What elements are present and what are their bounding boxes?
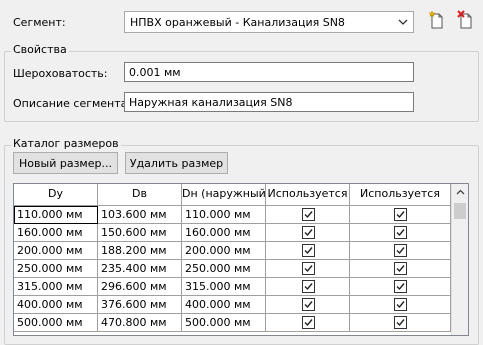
description-label: Описание сегмента: bbox=[13, 97, 132, 110]
table-cell-dy[interactable]: 400.000 мм bbox=[14, 296, 98, 314]
used-checkbox-cell[interactable] bbox=[266, 278, 350, 296]
segment-combobox-value: НПВХ оранжевый - Канализация SN8 bbox=[130, 15, 345, 29]
column-header-used-1[interactable]: Используется bbox=[266, 184, 350, 206]
used-checkbox[interactable] bbox=[394, 298, 407, 311]
vertical-scrollbar[interactable] bbox=[451, 184, 468, 335]
used-checkbox-cell[interactable] bbox=[350, 314, 451, 332]
table-cell-dy[interactable]: 200.000 мм bbox=[14, 242, 98, 260]
used-checkbox-cell[interactable] bbox=[350, 224, 451, 242]
column-header-dy[interactable]: Dy bbox=[14, 184, 98, 206]
used-checkbox[interactable] bbox=[394, 316, 407, 329]
table-cell-dv[interactable]: 188.200 мм bbox=[98, 242, 182, 260]
description-field[interactable]: Наружная канализация SN8 bbox=[124, 92, 414, 112]
table-cell-dv[interactable]: 376.600 мм bbox=[98, 296, 182, 314]
table-cell-dn[interactable]: 400.000 мм bbox=[182, 296, 266, 314]
column-header-dn[interactable]: Dн (наружный bbox=[182, 184, 266, 206]
column-header-dv[interactable]: Dв bbox=[98, 184, 182, 206]
table-cell-dy[interactable]: 500.000 мм bbox=[14, 314, 98, 332]
used-checkbox[interactable] bbox=[394, 280, 407, 293]
table-cell-dn[interactable]: 500.000 мм bbox=[182, 314, 266, 332]
used-checkbox[interactable] bbox=[301, 298, 315, 311]
table-cell-dv[interactable]: 470.800 мм bbox=[98, 314, 182, 332]
table-cell-dn[interactable]: 250.000 мм bbox=[182, 260, 266, 278]
used-checkbox-cell[interactable] bbox=[266, 242, 350, 260]
used-checkbox-cell[interactable] bbox=[350, 260, 451, 278]
table-cell-dv[interactable]: 103.600 мм bbox=[98, 206, 182, 224]
used-checkbox[interactable] bbox=[394, 226, 407, 239]
roughness-field[interactable]: 0.001 мм bbox=[124, 62, 414, 82]
properties-group-title: Свойства bbox=[11, 43, 69, 56]
scroll-up-icon[interactable] bbox=[452, 184, 468, 201]
used-checkbox-cell[interactable] bbox=[266, 224, 350, 242]
table-cell-dn[interactable]: 110.000 мм bbox=[182, 206, 266, 224]
roughness-label: Шероховатость: bbox=[13, 67, 108, 80]
used-checkbox[interactable] bbox=[394, 244, 407, 257]
chevron-down-icon[interactable] bbox=[397, 16, 409, 28]
used-checkbox[interactable] bbox=[301, 262, 315, 275]
description-value: Наружная канализация SN8 bbox=[129, 95, 293, 109]
used-checkbox[interactable] bbox=[394, 208, 407, 221]
table-cell-dv[interactable]: 296.600 мм bbox=[98, 278, 182, 296]
table-cell-dn[interactable]: 315.000 мм bbox=[182, 278, 266, 296]
used-checkbox[interactable] bbox=[301, 280, 315, 293]
table-cell-dn[interactable]: 160.000 мм bbox=[182, 224, 266, 242]
used-checkbox-cell[interactable] bbox=[266, 206, 350, 224]
catalog-group-title: Каталог размеров bbox=[11, 137, 121, 150]
table-cell-dv[interactable]: 150.600 мм bbox=[98, 224, 182, 242]
size-catalog-table: Dy Dв Dн (наружный Используется Использу… bbox=[13, 183, 469, 336]
new-document-icon[interactable] bbox=[428, 10, 446, 30]
table-cell-dv[interactable]: 235.400 мм bbox=[98, 260, 182, 278]
table-cell-dy[interactable]: 250.000 мм bbox=[14, 260, 98, 278]
used-checkbox[interactable] bbox=[301, 244, 315, 257]
used-checkbox[interactable] bbox=[301, 226, 315, 239]
used-checkbox[interactable] bbox=[301, 208, 315, 221]
scrollbar-thumb[interactable] bbox=[454, 203, 466, 219]
new-size-button[interactable]: Новый размер... bbox=[13, 152, 118, 174]
used-checkbox-cell[interactable] bbox=[266, 296, 350, 314]
delete-document-icon[interactable] bbox=[457, 10, 475, 30]
segment-combobox[interactable]: НПВХ оранжевый - Канализация SN8 bbox=[124, 11, 414, 33]
table-cell-dy[interactable]: 315.000 мм bbox=[14, 278, 98, 296]
used-checkbox-cell[interactable] bbox=[350, 242, 451, 260]
table-cell-dy[interactable]: 110.000 мм bbox=[14, 206, 98, 224]
used-checkbox-cell[interactable] bbox=[350, 206, 451, 224]
used-checkbox[interactable] bbox=[301, 316, 315, 329]
table-cell-dy[interactable]: 160.000 мм bbox=[14, 224, 98, 242]
segment-label: Сегмент: bbox=[13, 16, 66, 29]
used-checkbox-cell[interactable] bbox=[350, 296, 451, 314]
roughness-value: 0.001 мм bbox=[129, 65, 181, 79]
used-checkbox-cell[interactable] bbox=[266, 314, 350, 332]
used-checkbox-cell[interactable] bbox=[350, 278, 451, 296]
column-header-used-2[interactable]: Используется bbox=[350, 184, 451, 206]
table-cell-dn[interactable]: 200.000 мм bbox=[182, 242, 266, 260]
used-checkbox-cell[interactable] bbox=[266, 260, 350, 278]
delete-size-button[interactable]: Удалить размер bbox=[125, 152, 228, 174]
used-checkbox[interactable] bbox=[394, 262, 407, 275]
